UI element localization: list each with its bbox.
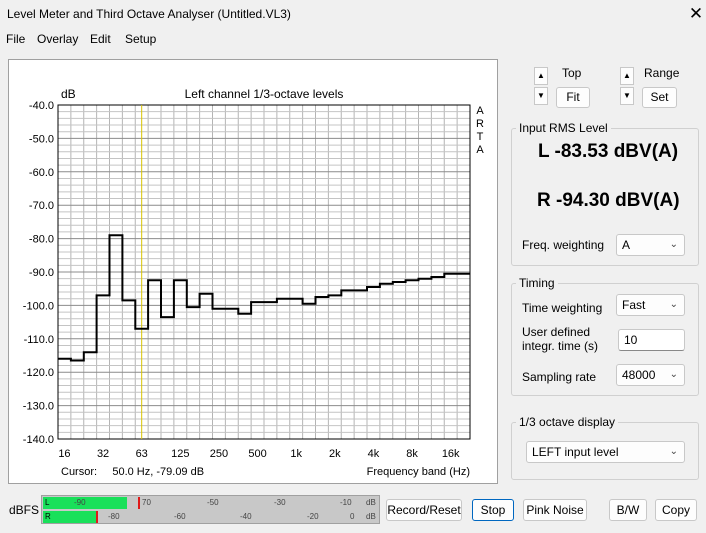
y-tick-label: -40.0 (29, 100, 54, 112)
user-time-input[interactable]: 10 (618, 329, 685, 351)
y-tick-label: -100.0 (23, 300, 54, 312)
right-channel-label: R (45, 512, 51, 521)
right-level-bar (43, 511, 97, 523)
x-tick-label: 2k (329, 448, 341, 460)
menu-overlay[interactable]: Overlay (37, 32, 78, 46)
timing-group-title: Timing (516, 276, 558, 290)
stop-button[interactable]: Stop (472, 499, 514, 521)
user-time-label-line1: User defined (522, 325, 591, 339)
time-weighting-select[interactable]: Fast ⌄ (616, 294, 685, 316)
cursor-readout: Cursor: 50.0 Hz, -79.09 dB (61, 466, 204, 478)
scale-bottom-2: -40 (240, 512, 252, 521)
x-tick-label: 250 (210, 448, 228, 460)
y-tick-label: -120.0 (23, 367, 54, 379)
top-down-button[interactable]: ▼ (534, 87, 548, 105)
x-tick-label: 500 (248, 448, 266, 460)
y-tick-label: -50.0 (29, 133, 54, 145)
range-label: Range (644, 66, 680, 80)
user-time-label-line2: integr. time (s) (522, 339, 599, 353)
copy-button[interactable]: Copy (655, 499, 697, 521)
close-icon[interactable]: ✕ (686, 3, 706, 25)
sampling-rate-label: Sampling rate (522, 370, 597, 384)
title-bar: Level Meter and Third Octave Analyser (U… (0, 0, 706, 28)
time-weighting-label: Time weighting (522, 301, 603, 315)
octave-display-select[interactable]: LEFT input level ⌄ (526, 441, 685, 463)
x-axis-label: Frequency band (Hz) (367, 466, 470, 478)
freq-weighting-label: Freq. weighting (522, 238, 605, 252)
x-tick-label: 4k (368, 448, 380, 460)
y-tick-label: -70.0 (29, 200, 54, 212)
arta-letter: R (476, 118, 484, 130)
freq-weighting-select[interactable]: A ⌄ (616, 234, 685, 256)
scale-top-3: -30 (274, 498, 286, 507)
menu-file[interactable]: File (6, 32, 25, 46)
arta-letter: T (477, 131, 484, 143)
y-tick-label: -80.0 (29, 234, 54, 246)
third-octave-chart[interactable]: -40.0 -50.0 -60.0 -70.0 -80.0 -90.0 -100.0 -110… (9, 60, 497, 483)
x-tick-label: 63 (136, 448, 148, 460)
y-tick-label: -130.0 (23, 401, 54, 413)
y-axis-label: dB (61, 87, 76, 101)
chevron-down-icon: ⌄ (669, 369, 678, 380)
y-tick-label: -60.0 (29, 167, 54, 179)
level-meter: L R -90 70 -50 -30 -10 dB -80 -60 -40 -2… (41, 495, 380, 524)
record-reset-button[interactable]: Record/Reset (386, 499, 462, 521)
left-peak-marker (138, 497, 140, 509)
scale-bottom-1: -60 (174, 512, 186, 521)
scale-bottom-0: -80 (108, 512, 120, 521)
right-rms-value: R -94.30 dBV(A) (537, 190, 680, 211)
chevron-down-icon: ⌄ (669, 446, 678, 457)
dbfs-label: dBFS (9, 503, 40, 517)
window-title: Level Meter and Third Octave Analyser (U… (7, 7, 291, 21)
range-up-button[interactable]: ▲ (620, 67, 634, 85)
scale-top-0: -90 (74, 498, 86, 507)
left-rms-value: L -83.53 dBV(A) (538, 141, 679, 162)
chevron-down-icon: ⌄ (669, 239, 678, 250)
x-tick-label: 32 (97, 448, 109, 460)
pink-noise-button[interactable]: Pink Noise (523, 499, 587, 521)
sampling-rate-select[interactable]: 48000 ⌄ (616, 364, 685, 386)
top-label: Top (562, 66, 582, 80)
scale-top-unit: dB (366, 498, 376, 507)
bw-button[interactable]: B/W (609, 499, 647, 521)
y-tick-label: -140.0 (23, 434, 54, 446)
arta-letter: A (476, 144, 484, 156)
right-peak-marker (96, 511, 98, 523)
sampling-rate-value: 48000 (622, 368, 656, 382)
x-tick-label: 8k (406, 448, 418, 460)
scale-top-1: 70 (142, 498, 151, 507)
x-tick-label: 16k (442, 448, 460, 460)
menu-edit[interactable]: Edit (90, 32, 111, 46)
octave-display-group-title: 1/3 octave display (516, 415, 619, 429)
y-tick-label: -90.0 (29, 267, 54, 279)
menu-setup[interactable]: Setup (125, 32, 156, 46)
fit-button[interactable]: Fit (556, 87, 590, 108)
left-channel-label: L (45, 498, 50, 507)
y-tick-label: -110.0 (24, 334, 54, 346)
octave-display-value: LEFT input level (532, 445, 619, 459)
rms-group-title: Input RMS Level (516, 121, 611, 135)
chevron-down-icon: ⌄ (669, 299, 678, 310)
menu-bar: File Overlay Edit Setup (0, 28, 706, 50)
set-button[interactable]: Set (642, 87, 677, 108)
time-weighting-value: Fast (622, 298, 646, 312)
scale-bottom-4: 0 (350, 512, 355, 521)
scale-top-2: -50 (207, 498, 219, 507)
chart-title: Left channel 1/3-octave levels (185, 87, 344, 101)
x-tick-label: 16 (58, 448, 70, 460)
scale-bottom-3: -20 (307, 512, 319, 521)
scale-top-4: -10 (340, 498, 352, 507)
top-up-button[interactable]: ▲ (534, 67, 548, 85)
x-tick-label: 1k (290, 448, 302, 460)
arta-letter: A (476, 105, 484, 117)
range-down-button[interactable]: ▼ (620, 87, 634, 105)
arta-label: ARTA (476, 105, 484, 156)
scale-bottom-unit: dB (366, 512, 376, 521)
x-tick-label: 125 (171, 448, 189, 460)
freq-weighting-value: A (622, 238, 631, 252)
